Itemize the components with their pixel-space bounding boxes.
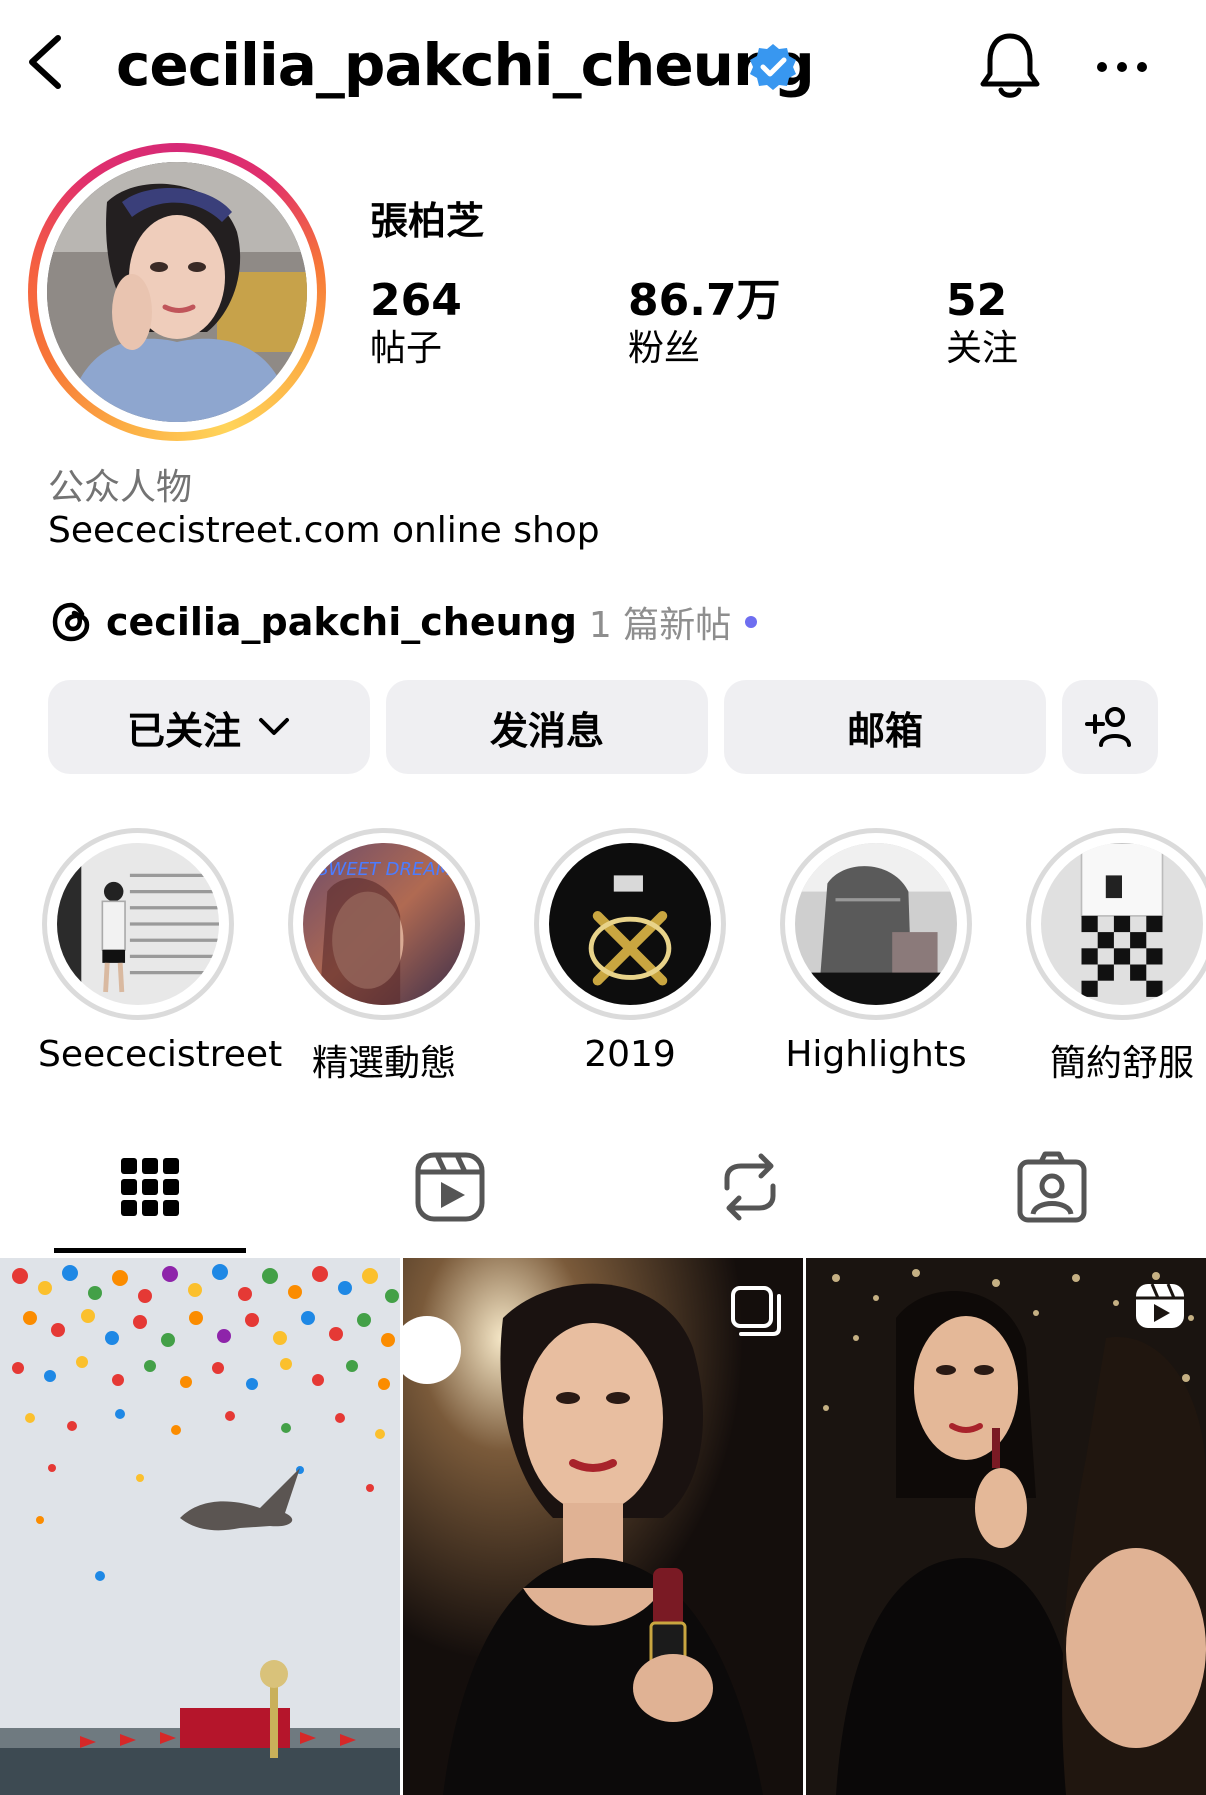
stat-followers-label: 粉丝 [628,328,701,369]
highlight-label: 簡約舒服 [1049,1043,1194,1084]
profile-username-title: cecilia_pakchi_cheung [116,31,815,99]
highlight-label: Seececistreet [38,1034,283,1075]
following-button-label: 已关注 [126,708,241,753]
profile-avatar[interactable] [28,143,326,441]
stat-followers-count: 86.7万 [628,275,781,326]
highlight-item[interactable]: 簡約舒服 [1022,828,1206,1086]
add-person-icon [1085,707,1131,747]
tagged-tab-icon[interactable] [1015,1150,1089,1224]
highlight-item[interactable]: SWEET DREAM 精選動態 [284,828,484,1086]
highlight-label: 精選動態 [311,1043,456,1084]
threads-icon [52,602,90,642]
suggest-people-button[interactable] [1062,680,1158,774]
highlight-overlay-text: SWEET DREAM [317,859,452,880]
profile-full-name: 張柏芝 [370,199,485,243]
threads-link[interactable]: cecilia_pakchi_cheung 1 篇新帖 [50,596,758,648]
threads-handle: cecilia_pakchi_cheung [106,600,577,644]
post-thumbnail[interactable] [806,1258,1206,1795]
reel-icon [1136,1283,1184,1328]
grid-tab-icon[interactable] [113,1150,187,1224]
highlight-item[interactable]: 2019 [530,828,730,1075]
more-options-icon[interactable] [1094,54,1150,80]
stat-posts[interactable]: 264 帖子 [370,276,462,372]
following-button[interactable]: 已关注 [48,680,370,774]
highlight-item[interactable]: Seececistreet [38,828,283,1075]
repost-tab-icon[interactable] [713,1150,787,1224]
stat-posts-count: 264 [370,275,462,326]
stat-posts-label: 帖子 [370,328,443,369]
stat-following-count: 52 [946,275,1008,326]
stat-following[interactable]: 52 关注 [946,276,1018,372]
stat-following-label: 关注 [946,328,1019,369]
post-thumbnail[interactable] [403,1258,803,1795]
stat-followers[interactable]: 86.7万 粉丝 [628,276,781,372]
message-button-label: 发消息 [489,708,604,753]
back-chevron-icon[interactable] [22,32,66,92]
profile-category: 公众人物 [48,467,193,508]
message-button[interactable]: 发消息 [386,680,708,774]
chevron-down-icon [259,718,289,735]
reels-tab-icon[interactable] [413,1150,487,1224]
profile-bio: Seececistreet.com online shop [48,510,600,551]
threads-unread-dot [745,616,758,628]
email-button[interactable]: 邮箱 [724,680,1046,774]
bell-icon[interactable] [978,30,1042,102]
highlight-item[interactable]: Highlights [776,828,976,1075]
highlight-label: 2019 [584,1034,676,1075]
post-thumbnail[interactable] [0,1258,400,1795]
threads-new-posts: 1 篇新帖 [588,605,732,646]
active-tab-indicator [54,1248,246,1253]
verified-badge-icon [750,44,796,90]
email-button-label: 邮箱 [846,708,923,753]
highlight-label: Highlights [785,1034,967,1075]
